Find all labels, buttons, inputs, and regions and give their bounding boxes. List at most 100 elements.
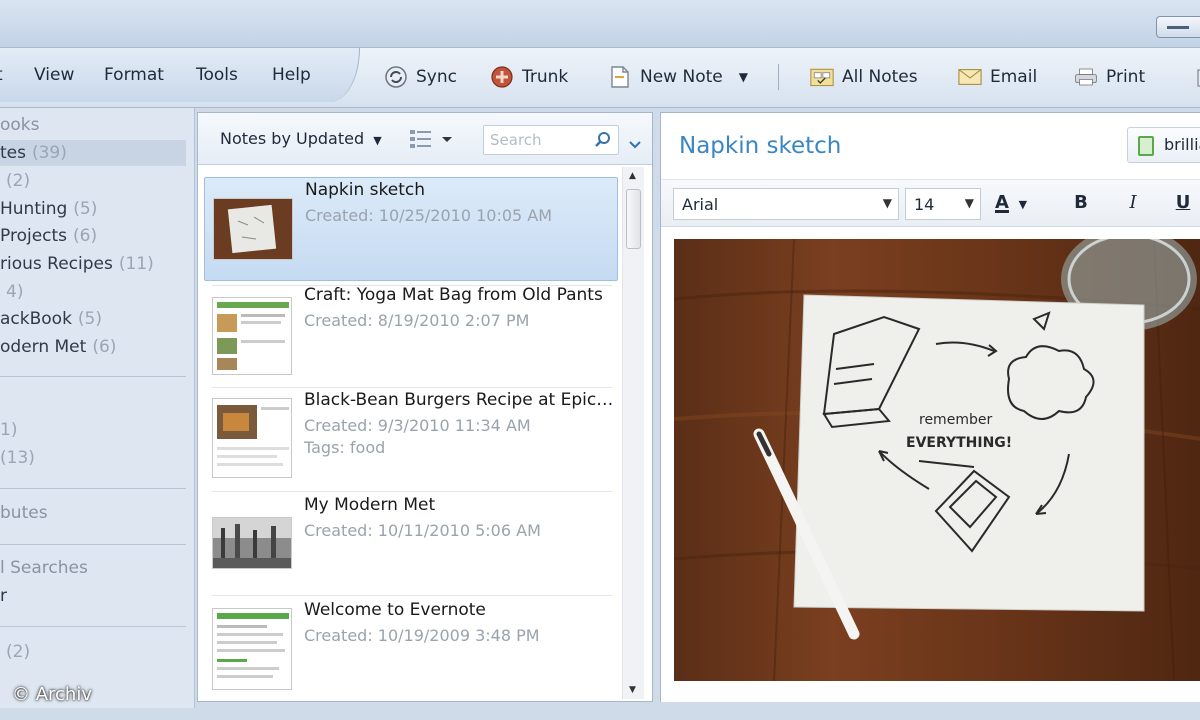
note-title: Napkin sketch [305,180,426,200]
note-item[interactable]: My Modern Met Created: 10/11/2010 5:06 A… [204,493,618,597]
print-icon [1074,65,1098,89]
note-created: Created: 10/19/2009 3:48 PM [304,626,540,645]
menu-view[interactable]: View [34,65,74,85]
note-title: Black-Bean Burgers Recipe at Epicuri… [304,390,616,410]
sidebar-item-modern-met[interactable]: odern Met (6) [0,334,116,360]
sketch-text: EVERYTHING! [906,435,1012,451]
chevron-down-icon: ▼ [373,134,382,147]
scroll-up-icon[interactable]: ▲ [629,171,636,181]
sidebar-item-recipes[interactable]: rious Recipes (11) [0,251,154,277]
note-title: Craft: Yoga Mat Bag from Old Pants [304,285,603,305]
sync-label: Sync [416,67,457,87]
email-icon [958,65,982,89]
search-input[interactable] [484,126,584,154]
note-thumbnail [212,297,292,375]
scrollbar-thumb[interactable] [626,189,641,249]
trunk-icon [490,65,514,89]
chevron-down-icon[interactable]: ▼ [739,70,748,84]
sidebar-item-notebook[interactable]: (2) [0,168,30,194]
chevron-down-icon[interactable] [628,135,642,154]
underline-button[interactable]: U [1171,192,1195,213]
print-button[interactable]: Print [1074,62,1145,92]
sidebar-item-saved-searches[interactable]: l Searches [0,555,88,581]
chevron-down-icon: ▼ [964,196,974,210]
title-bar [0,0,1200,48]
note-list-toolbar: Notes by Updated ▼ [198,113,652,165]
sync-button[interactable]: Sync [384,62,457,92]
all-notes-label: All Notes [842,67,918,87]
sidebar-item-notebook[interactable]: 4) [0,279,23,305]
sidebar-divider [0,626,186,627]
note-item[interactable]: Napkin sketch Created: 10/25/2010 10:05 … [204,177,618,281]
new-note-button[interactable]: New Note ▼ [608,62,748,92]
font-size-select[interactable]: 14 ▼ [905,188,981,220]
search-icon[interactable] [594,131,612,153]
note-created: Created: 8/19/2010 2:07 PM [304,311,530,330]
menu-format[interactable]: Format [104,65,164,85]
toolbar-separator [778,64,779,90]
notebook-selector[interactable]: brillia [1127,127,1200,163]
email-label: Email [990,67,1038,87]
trunk-label: Trunk [522,67,569,87]
all-notes-icon [810,65,834,89]
sidebar-item-trash[interactable]: (2) [0,639,30,665]
note-thumbnail [213,198,293,260]
print-label: Print [1106,67,1146,87]
new-note-icon [608,65,632,89]
note-created: Created: 9/3/2010 11:34 AM [304,416,531,435]
new-note-label: New Note [640,67,723,87]
menu-tools[interactable]: Tools [196,65,238,85]
sort-dropdown[interactable]: Notes by Updated ▼ [220,129,382,148]
notebook-icon [1138,136,1154,156]
main-toolbar: t View Format Tools Help Sync Trunk New … [0,48,1200,108]
note-divider [212,595,612,596]
note-thumbnail [212,398,292,478]
all-notes-button[interactable]: All Notes [810,62,918,92]
menu-edit[interactable]: t [0,65,3,85]
list-view-icon [410,130,452,148]
search-box [483,125,619,155]
note-tags: Tags: food [304,438,386,457]
note-divider [212,491,612,492]
note-item[interactable]: Welcome to Evernote Created: 10/19/2009 … [204,598,618,702]
note-editor: Napkin sketch brillia Arial ▼ 14 ▼ A ▼ B… [660,112,1200,702]
sidebar-item-all-notes[interactable]: tes (39) [0,140,186,166]
view-options-button[interactable] [408,127,458,151]
sidebar-item-blackbook[interactable]: ackBook (5) [0,306,102,332]
trunk-button[interactable]: Trunk [490,62,568,92]
chevron-down-icon: ▼ [882,196,892,210]
note-title: My Modern Met [304,495,436,515]
sidebar-divider [0,376,186,377]
note-thumbnail [212,608,292,690]
menu-help[interactable]: Help [272,65,311,85]
note-item[interactable]: Black-Bean Burgers Recipe at Epicuri… Cr… [204,388,618,492]
sidebar-item-notebooks-header: ooks [0,115,40,135]
sidebar-item-tag[interactable]: (13) [0,445,35,471]
sync-icon [384,65,408,89]
font-color-icon: A [995,192,1009,213]
sidebar-divider [0,488,186,489]
note-title: Welcome to Evernote [304,600,486,620]
menu-bar: t View Format Tools Help [0,48,360,102]
note-created: Created: 10/25/2010 10:05 AM [305,206,553,225]
sidebar-item-hunting[interactable]: Hunting (5) [0,196,97,222]
sidebar-item-projects[interactable]: Projects (6) [0,223,97,249]
bold-button[interactable]: B [1069,192,1093,213]
scroll-down-icon[interactable]: ▼ [629,685,636,695]
font-family-select[interactable]: Arial ▼ [673,188,899,220]
sidebar-item-tag[interactable]: 1) [0,417,17,443]
note-item[interactable]: Craft: Yoga Mat Bag from Old Pants Creat… [204,283,618,387]
email-button[interactable]: Email [958,62,1037,92]
note-list-panel: Notes by Updated ▼ Napkin sketch Crea [197,112,653,702]
sidebar-divider [0,544,186,545]
sidebar-item-attributes[interactable]: butes [0,500,48,526]
watermark: © Archiv [12,684,92,705]
sidebar-item-search[interactable]: r [0,583,7,609]
italic-button[interactable]: I [1121,192,1145,213]
note-list-scrollbar[interactable]: ▲ ▼ [622,167,644,699]
note-title-field[interactable]: Napkin sketch [679,133,841,159]
font-color-button[interactable]: A ▼ [995,192,1039,213]
minimize-button[interactable] [1156,16,1200,38]
note-created: Created: 10/11/2010 5:06 AM [304,521,541,540]
delete-icon[interactable] [1190,62,1200,92]
